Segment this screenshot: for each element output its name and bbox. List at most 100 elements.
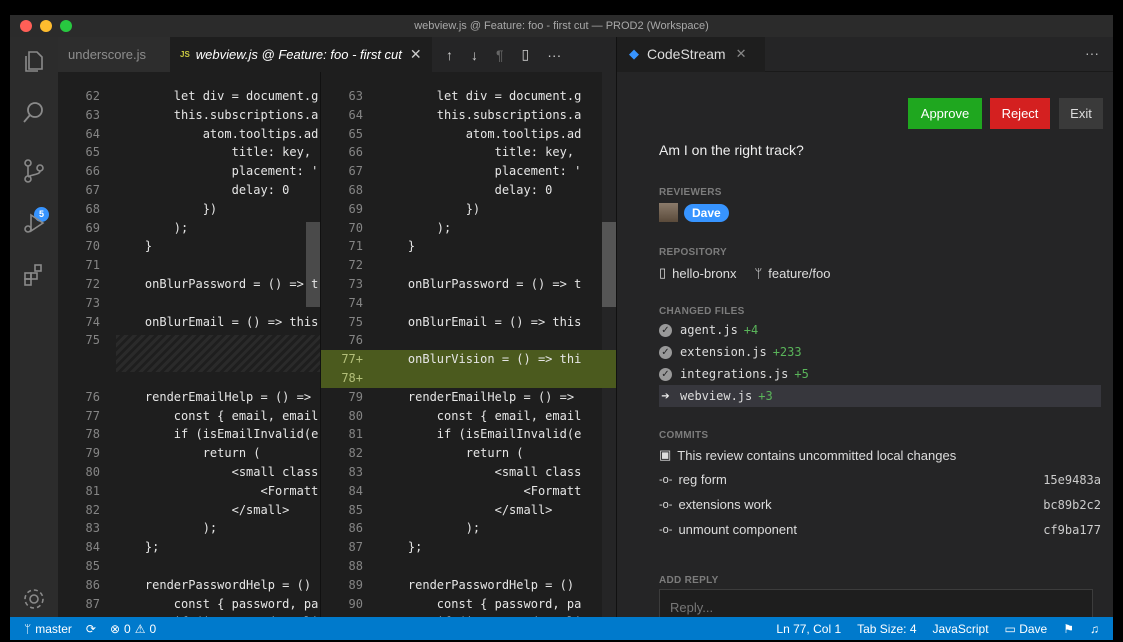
code-line[interactable]: 66 title: key, bbox=[321, 143, 616, 162]
reviewer-pill[interactable]: Dave bbox=[684, 203, 729, 222]
code-line[interactable]: 68 }) bbox=[58, 200, 320, 219]
code-line[interactable]: 81 <Formatt bbox=[58, 482, 320, 501]
code-line[interactable]: 78 if (isEmailInvalid(e bbox=[58, 425, 320, 444]
language-mode[interactable]: JavaScript bbox=[933, 622, 989, 636]
code-line[interactable]: 65 atom.tooltips.ad bbox=[321, 125, 616, 144]
code-line[interactable]: 69 ); bbox=[58, 219, 320, 238]
commit-sha: cf9ba177 bbox=[1043, 522, 1101, 537]
code-line[interactable]: 90 const { password, pa bbox=[321, 595, 616, 614]
code-line[interactable]: 86 renderPasswordHelp = () bbox=[58, 576, 320, 595]
code-line[interactable]: 73 bbox=[58, 294, 320, 313]
notifications-bell-icon[interactable]: ♫ bbox=[1090, 622, 1099, 636]
more-actions-icon[interactable]: ··· bbox=[1085, 45, 1099, 61]
code-line[interactable]: 75 bbox=[58, 331, 320, 350]
code-line-added[interactable]: 78+ bbox=[321, 369, 616, 388]
tab-underscore-js[interactable]: underscore.js bbox=[58, 37, 170, 72]
diff-editor-original[interactable]: 62 let div = document.g 63 this.subscript… bbox=[58, 72, 320, 617]
code-line[interactable]: 85 bbox=[58, 557, 320, 576]
code-line[interactable]: 71 bbox=[58, 256, 320, 275]
code-line[interactable]: 66 placement: ' bbox=[58, 162, 320, 181]
commit-item[interactable]: -o-reg form 15e9483a bbox=[659, 467, 1101, 492]
code-text: ); bbox=[116, 220, 189, 235]
code-text: if (isEmailInvalid(e bbox=[116, 427, 319, 442]
code-line[interactable]: 72 bbox=[321, 256, 616, 275]
commit-item[interactable]: -o-unmount component cf9ba177 bbox=[659, 517, 1101, 542]
panel-tab-bar: ◆ CodeStream ✕ ··· bbox=[617, 36, 1113, 72]
code-line[interactable]: 83 <small class bbox=[321, 463, 616, 482]
code-line[interactable]: 85 </small> bbox=[321, 501, 616, 520]
exit-button[interactable]: Exit bbox=[1059, 98, 1103, 129]
code-line[interactable]: 63 this.subscriptions.a bbox=[58, 106, 320, 125]
code-line[interactable]: 65 title: key, bbox=[58, 143, 320, 162]
changed-file-item[interactable]: ✓ extension.js +233 bbox=[659, 341, 1101, 363]
code-line[interactable]: 69 }) bbox=[321, 200, 616, 219]
code-line-added[interactable]: 77+ onBlurVision = () => thi bbox=[321, 350, 616, 369]
pilcrow-icon[interactable]: ¶ bbox=[496, 47, 504, 63]
changed-file-item[interactable]: ✓ agent.js +4 bbox=[659, 319, 1101, 341]
code-line[interactable]: 87 }; bbox=[321, 538, 616, 557]
more-actions-icon[interactable]: ··· bbox=[547, 47, 561, 63]
code-line[interactable]: 67 delay: 0 bbox=[58, 181, 320, 200]
user-status[interactable]: ▭ Dave bbox=[1005, 622, 1048, 636]
changed-file-item[interactable]: ✓ integrations.js +5 bbox=[659, 363, 1101, 385]
code-line[interactable]: 79 return ( bbox=[58, 444, 320, 463]
changed-file-item[interactable]: ➔ webview.js +3 bbox=[659, 385, 1101, 407]
code-line[interactable]: 71 } bbox=[321, 237, 616, 256]
settings-gear-icon[interactable] bbox=[20, 585, 48, 613]
reject-button[interactable]: Reject bbox=[990, 98, 1050, 129]
code-line[interactable]: 77 const { email, email bbox=[58, 407, 320, 426]
sync-icon[interactable]: ⟳ bbox=[86, 622, 96, 636]
code-line[interactable]: 75 onBlurEmail = () => this bbox=[321, 313, 616, 332]
search-icon[interactable] bbox=[20, 99, 48, 127]
tab-webview-js[interactable]: JS webview.js @ Feature: foo - first cut… bbox=[170, 37, 432, 72]
split-editor-icon[interactable]: ▯ bbox=[522, 46, 530, 63]
branch-status[interactable]: ᛘ master bbox=[24, 622, 72, 636]
code-line[interactable]: 64 this.subscriptions.a bbox=[321, 106, 616, 125]
code-line[interactable]: 80 <small class bbox=[58, 463, 320, 482]
code-line[interactable]: 76 renderEmailHelp = () => bbox=[58, 388, 320, 407]
extensions-icon[interactable] bbox=[20, 261, 48, 289]
code-line[interactable]: 73 onBlurPassword = () => t bbox=[321, 275, 616, 294]
commit-item[interactable]: -o-extensions work bc89b2c2 bbox=[659, 492, 1101, 517]
code-line[interactable]: 86 ); bbox=[321, 519, 616, 538]
next-change-icon[interactable]: ↓ bbox=[471, 47, 478, 63]
tab-size[interactable]: Tab Size: 4 bbox=[857, 622, 916, 636]
close-tab-icon[interactable]: ✕ bbox=[410, 46, 422, 63]
code-line[interactable] bbox=[58, 369, 320, 388]
approve-button[interactable]: Approve bbox=[908, 98, 982, 129]
code-line[interactable]: 74 bbox=[321, 294, 616, 313]
code-line[interactable]: 63 let div = document.g bbox=[321, 87, 616, 106]
close-tab-icon[interactable]: ✕ bbox=[736, 46, 747, 62]
code-line[interactable]: 76 bbox=[321, 331, 616, 350]
explorer-icon[interactable] bbox=[20, 47, 48, 75]
code-line[interactable]: 74 onBlurEmail = () => this bbox=[58, 313, 320, 332]
code-line[interactable]: 88 bbox=[321, 557, 616, 576]
code-line[interactable] bbox=[58, 350, 320, 369]
previous-change-icon[interactable]: ↑ bbox=[446, 47, 453, 63]
code-line[interactable]: 82 return ( bbox=[321, 444, 616, 463]
debug-icon[interactable] bbox=[20, 209, 48, 237]
code-line[interactable]: 68 delay: 0 bbox=[321, 181, 616, 200]
review-description: Am I on the right track? bbox=[659, 142, 804, 158]
tab-codestream[interactable]: ◆ CodeStream ✕ bbox=[617, 36, 765, 72]
cursor-position[interactable]: Ln 77, Col 1 bbox=[776, 622, 841, 636]
diff-editor-modified[interactable]: 63 let div = document.g 64 this.subscript… bbox=[320, 72, 616, 617]
code-line[interactable]: 87 const { password, pa bbox=[58, 595, 320, 614]
code-line[interactable]: 70 } bbox=[58, 237, 320, 256]
code-line[interactable]: 80 const { email, email bbox=[321, 407, 616, 426]
code-line[interactable]: 79 renderEmailHelp = () => bbox=[321, 388, 616, 407]
code-line[interactable]: 83 ); bbox=[58, 519, 320, 538]
feedback-icon[interactable]: ⚑ bbox=[1063, 622, 1074, 636]
code-line[interactable]: 84 <Formatt bbox=[321, 482, 616, 501]
code-line[interactable]: 62 let div = document.g bbox=[58, 87, 320, 106]
problems-status[interactable]: ⊗ 0 ⚠ 0 bbox=[110, 622, 156, 636]
code-line[interactable]: 72 onBlurPassword = () => t bbox=[58, 275, 320, 294]
source-control-icon[interactable] bbox=[20, 157, 48, 185]
code-line[interactable]: 81 if (isEmailInvalid(e bbox=[321, 425, 616, 444]
code-line[interactable]: 64 atom.tooltips.ad bbox=[58, 125, 320, 144]
code-line[interactable]: 67 placement: ' bbox=[321, 162, 616, 181]
code-line[interactable]: 84 }; bbox=[58, 538, 320, 557]
code-line[interactable]: 82 </small> bbox=[58, 501, 320, 520]
code-line[interactable]: 70 ); bbox=[321, 219, 616, 238]
code-line[interactable]: 89 renderPasswordHelp = () bbox=[321, 576, 616, 595]
